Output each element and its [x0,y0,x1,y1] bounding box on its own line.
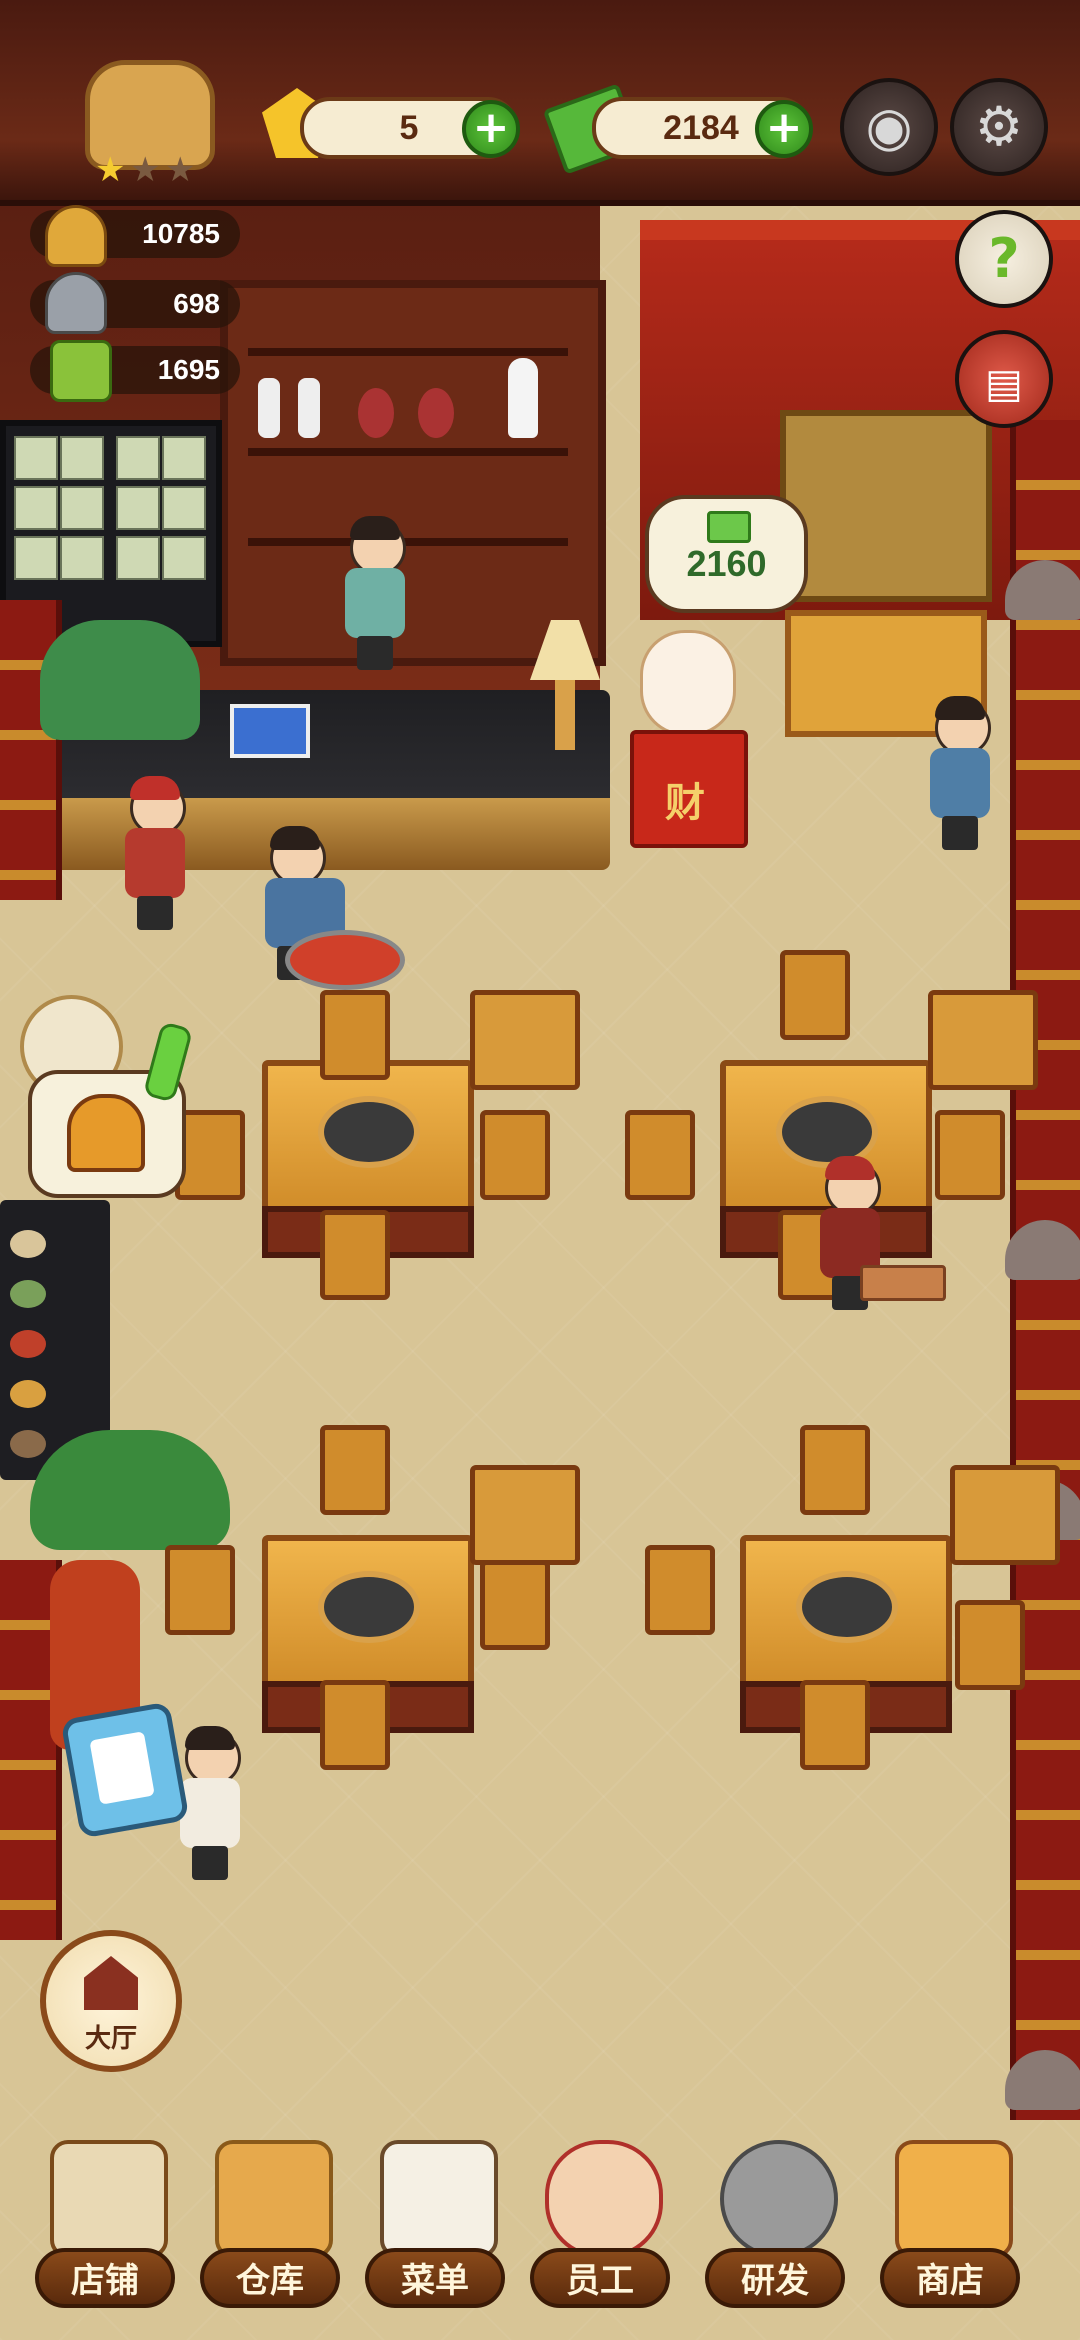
dining-table[interactable] [262,1060,474,1258]
help-guide-button[interactable]: ? [955,210,1053,308]
service-bell-bubble[interactable] [28,1021,194,1198]
cash-bundle-icon [707,511,751,543]
add-gems-button[interactable]: + [462,100,520,158]
chair [480,1560,550,1650]
nav-label: 员工 [530,2248,670,2308]
bonsai-plant [40,620,200,740]
bell-icon [67,1094,145,1172]
gem-count: 5 [399,109,419,147]
pine-tree [30,1430,230,1550]
hotpot-stat-icon [45,205,107,267]
restaurant-rank-badge[interactable]: ★ ★ ★ [55,60,235,190]
nav-label: 研发 [705,2248,845,2308]
chair [800,1680,870,1770]
gate-door-panel [780,410,992,602]
settings-button[interactable]: ⚙ [950,78,1048,176]
dishes-value: 698 [173,288,220,319]
lucky-cat-statue[interactable]: 财 [630,630,748,848]
recipe-book-stat-icon [50,340,112,402]
nav-item-store[interactable]: 商店 [880,2140,1020,2310]
chair [320,1680,390,1770]
bench [928,990,1038,1090]
notebook-icon: ▤ [985,361,1023,407]
add-cash-button[interactable]: + [755,100,813,158]
chair [165,1545,235,1635]
busser-character[interactable] [180,1726,241,1880]
chair [625,1110,695,1200]
rank-star-icon: ★ [130,150,161,190]
task-clipboard-button[interactable] [60,1701,190,1839]
rank-star-icon: ★ [165,150,196,190]
chair [320,1425,390,1515]
chair [935,1110,1005,1200]
chair [955,1600,1025,1690]
bench [470,990,580,1090]
nav-label: 菜单 [365,2248,505,2308]
nav-item-staff[interactable]: 员工 [530,2140,670,2310]
nav-item-menu[interactable]: 菜单 [365,2140,505,2310]
waiter-character[interactable] [930,696,991,850]
food-tray [860,1265,946,1301]
cat-sign: 财 [665,780,705,826]
staff-chef-icon [545,2140,663,2258]
chair [320,1210,390,1300]
chair [480,1110,550,1200]
dining-table[interactable] [740,1535,952,1733]
cash-bubble-amount: 2160 [686,543,767,584]
nav-item-warehouse[interactable]: 仓库 [200,2140,340,2310]
popularity-value: 10785 [142,218,220,249]
hotpot-dish [285,930,405,990]
menu-clipboard-icon [380,2140,498,2258]
liquor-shelf [220,280,606,666]
dining-table[interactable] [262,1535,474,1733]
bench [950,1465,1060,1565]
chair [780,950,850,1040]
nav-item-shop[interactable]: 店铺 [35,2140,175,2310]
camera-icon: ◉ [865,95,913,158]
fishmonger-character[interactable] [125,776,186,930]
hall-view-button[interactable]: 大厅 [40,1930,182,2072]
help-book-icon: ? [988,227,1020,290]
nav-label: 仓库 [200,2248,340,2308]
gear-icon: ⚙ [974,95,1024,158]
bottom-nav-bar: 店铺 仓库 菜单 员工 研发 商店 [0,2140,1080,2340]
shop-building-icon [50,2140,168,2258]
chair [645,1545,715,1635]
table-lamp [530,620,600,760]
bench [470,1465,580,1565]
nav-label: 商店 [880,2248,1020,2308]
cashier-character[interactable] [345,516,406,670]
clipboard-icon [89,1731,155,1805]
research-wok-icon [720,2140,838,2258]
cloche-stat-icon [45,272,107,334]
chair [320,990,390,1080]
nav-label: 店铺 [35,2248,175,2308]
tablet [230,704,310,758]
cash-collect-bubble[interactable]: 2160 [645,495,808,613]
cash-count: 2184 [663,109,739,147]
rank-star-icon: ★ [95,150,126,190]
hall-house-icon [84,1956,138,2010]
camera-button[interactable]: ◉ [840,78,938,176]
notebook-button[interactable]: ▤ [955,330,1053,428]
nav-item-research[interactable]: 研发 [705,2140,845,2310]
chair [800,1425,870,1515]
hall-label: 大厅 [84,2024,137,2054]
warehouse-boxes-icon [215,2140,333,2258]
store-stall-icon [895,2140,1013,2258]
recipes-value: 1695 [157,354,220,385]
